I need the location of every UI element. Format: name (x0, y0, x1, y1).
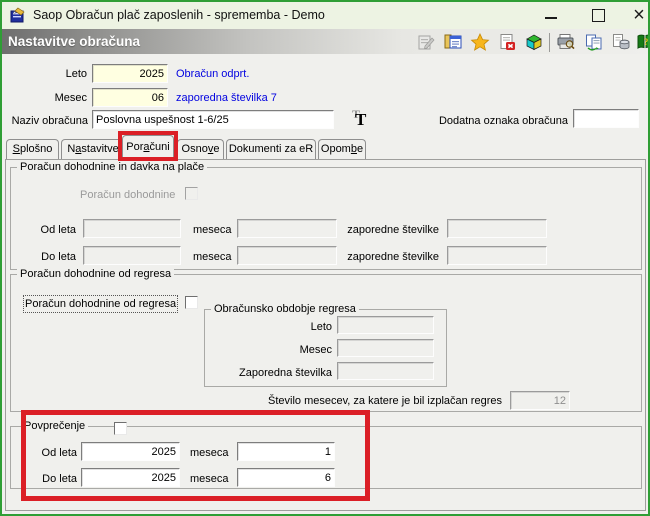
edit-record-icon (418, 35, 435, 50)
poracun-regres-checkbox[interactable] (185, 296, 198, 309)
mesec-label: Mesec (54, 92, 87, 104)
help-book-icon[interactable]: ? (635, 33, 650, 51)
group-regres-title: Poračun dohodnine od regresa (17, 268, 175, 281)
regres-leto-input (337, 316, 434, 334)
regres-zap-input (337, 362, 434, 380)
naziv-label: Naziv obračuna (11, 115, 88, 127)
g1-do-zap-input (447, 246, 547, 265)
group-dohodnina-title: Poračun dohodnine in davka na plače (17, 161, 208, 174)
dodatna-label: Dodatna oznaka obračuna (438, 115, 568, 127)
toolbar-divider (549, 33, 550, 52)
poracun-dohodnine-checkbox (185, 187, 198, 200)
mesec-status: zaporedna številka 7 (176, 92, 277, 104)
cube-icon[interactable] (524, 33, 544, 51)
g1-od-meseca-label: meseca (193, 224, 232, 236)
font-button[interactable]: T T (349, 107, 371, 129)
data-export-icon[interactable] (611, 33, 631, 51)
tab-osnove[interactable]: Osnove (177, 139, 224, 159)
app-window: Saop Obračun plač zaposlenih - sprememba… (0, 0, 650, 516)
poracun-dohodnine-label: Poračun dohodnine (80, 189, 176, 201)
regres-mesec-label: Mesec (299, 344, 332, 356)
g1-do-meseca-label: meseca (193, 251, 232, 263)
delete-document-icon[interactable] (497, 33, 517, 51)
leto-label: Leto (65, 68, 87, 80)
g1-do-zap-label: zaporedne številke (347, 251, 439, 263)
print-preview-icon[interactable] (556, 33, 576, 51)
svg-text:?: ? (644, 37, 649, 47)
annotation-poracuni-tab (118, 131, 178, 161)
regres-zap-label: Zaporedna številka (239, 367, 332, 379)
g1-od-zap-label: zaporedne številke (347, 224, 439, 236)
minimize-button[interactable] (540, 5, 562, 27)
g1-od-leta-input (83, 219, 181, 238)
mesec-input[interactable] (92, 88, 168, 107)
naziv-input[interactable] (92, 110, 334, 129)
regres-leto-label: Leto (310, 321, 332, 333)
annotation-povprecenje (21, 410, 370, 501)
tab-splosno[interactable]: Splošno (6, 139, 59, 159)
favorites-star-icon[interactable] (470, 33, 490, 51)
tab-opombe[interactable]: Opombe (318, 139, 366, 159)
close-button[interactable] (628, 5, 648, 27)
leto-input[interactable] (92, 64, 168, 83)
maximize-button[interactable] (587, 5, 609, 27)
panel-title: Nastavitve obračuna (8, 34, 141, 49)
months-paid-input (510, 391, 570, 410)
g1-do-leta-label: Do leta (41, 251, 76, 263)
group-obdobje-title: Obračunsko obdobje regresa (211, 303, 359, 316)
g1-do-leta-input (83, 246, 181, 265)
records-list-icon[interactable] (443, 33, 463, 51)
tab-dokumenti-za-er[interactable]: Dokumenti za eR (226, 139, 316, 159)
regres-mesec-input (337, 339, 434, 357)
g1-od-zap-input (447, 219, 547, 238)
copy-refresh-icon[interactable] (584, 33, 604, 51)
tab-nastavitve[interactable]: Nastavitve (61, 139, 125, 159)
g1-od-leta-label: Od leta (40, 224, 76, 236)
window-title: Saop Obračun plač zaposlenih - sprememba… (33, 8, 325, 22)
app-icon (10, 7, 25, 23)
months-paid-label: Število mesecev, za katere je bil izplač… (268, 395, 502, 407)
poracun-regres-label: Poračun dohodnine od regresa (22, 295, 179, 313)
g1-od-meseca-input (237, 219, 337, 238)
dodatna-input[interactable] (573, 109, 639, 128)
g1-do-meseca-input (237, 246, 337, 265)
panel-header: Nastavitve obračuna (2, 29, 648, 54)
leto-status: Obračun odprt. (176, 68, 250, 80)
title-bar: Saop Obračun plač zaposlenih - sprememba… (2, 2, 648, 29)
